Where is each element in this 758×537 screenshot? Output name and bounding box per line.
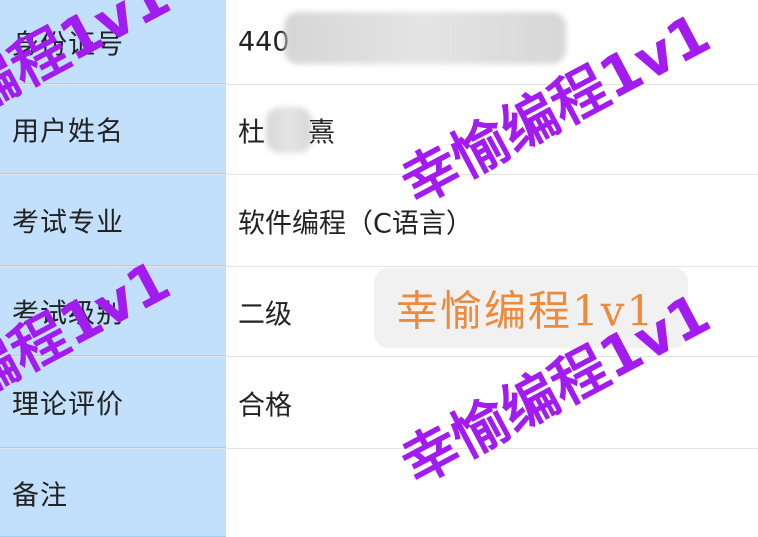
value-id-number: 440 <box>238 26 290 58</box>
row-remarks: 备注 <box>0 449 758 537</box>
value-level: 二级 <box>238 299 292 330</box>
value-user-name: 杜 <box>238 117 265 148</box>
row-major: 考试专业 软件编程（C语言） <box>0 175 758 267</box>
value-user-name-tail: 熹 <box>308 117 335 148</box>
redaction-blur <box>266 107 312 153</box>
label-user-name: 用户姓名 <box>12 116 124 148</box>
label-remarks: 备注 <box>12 480 68 511</box>
label-cell: 备注 <box>0 449 226 537</box>
redaction-blur <box>284 12 566 64</box>
label-cell: 考试专业 <box>0 175 226 266</box>
value-theory: 合格 <box>238 390 292 421</box>
label-major: 考试专业 <box>12 207 124 239</box>
label-theory: 理论评价 <box>12 389 124 421</box>
